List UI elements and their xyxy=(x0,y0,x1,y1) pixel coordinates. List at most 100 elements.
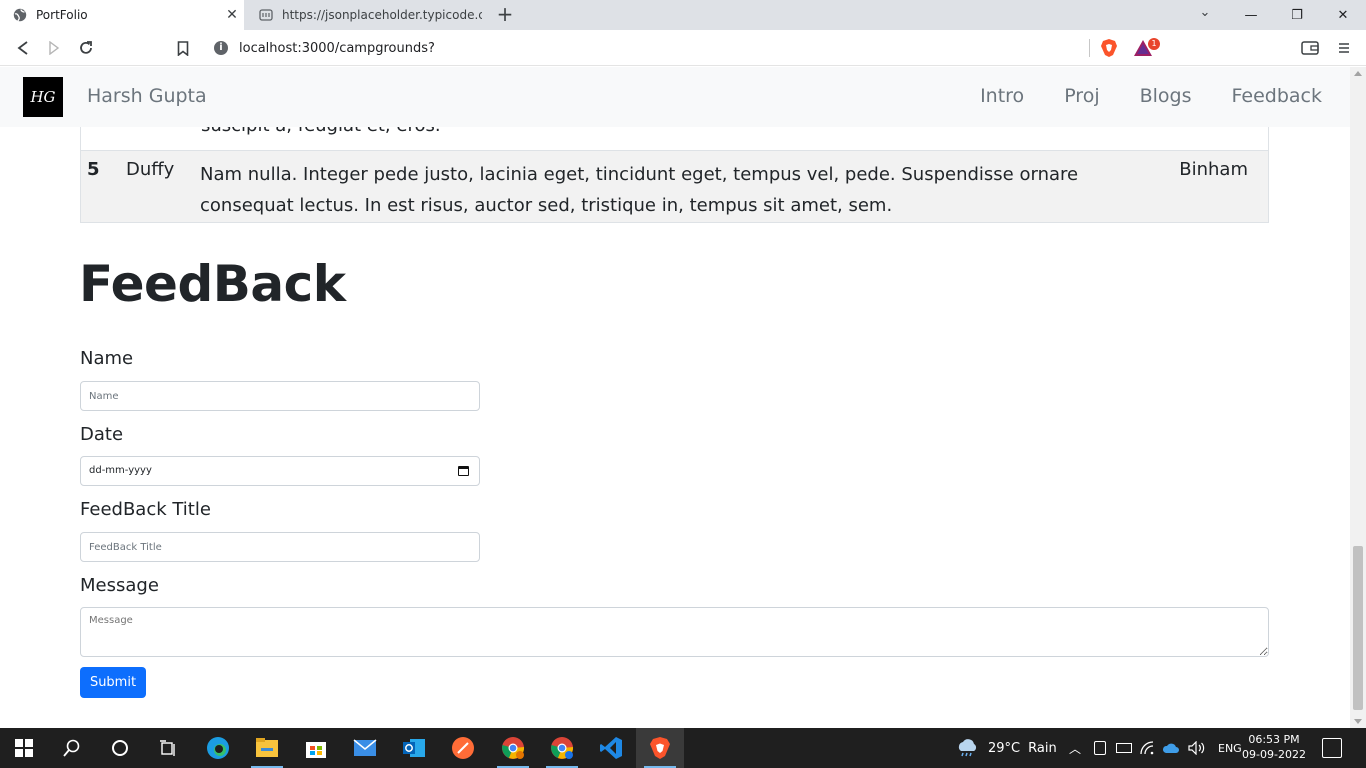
scrollbar-thumb[interactable] xyxy=(1353,546,1363,710)
tab-title: PortFolio xyxy=(36,8,88,22)
restore-icon[interactable]: ❐ xyxy=(1274,0,1320,30)
taskbar-store[interactable] xyxy=(292,728,340,768)
bookmark-icon[interactable] xyxy=(173,38,193,58)
table-cell-body: Nam nulla. Integer pede justo, lacinia e… xyxy=(200,164,1079,216)
date-input[interactable]: dd-mm-yyyy xyxy=(80,456,480,486)
taskbar-brave[interactable] xyxy=(636,728,684,768)
store-icon xyxy=(306,742,326,758)
calendar-icon[interactable] xyxy=(458,466,469,476)
taskbar-edge[interactable] xyxy=(194,728,242,768)
browser-toolbar: i localhost:3000/campgrounds? xyxy=(0,30,1366,66)
minimize-icon[interactable]: — xyxy=(1228,0,1274,30)
task-view-icon xyxy=(160,740,175,756)
outlook-icon xyxy=(403,739,425,757)
globe-icon xyxy=(13,8,27,22)
nav-link-feedback[interactable]: Feedback xyxy=(1232,85,1322,107)
close-tab-icon[interactable]: ✕ xyxy=(220,7,244,23)
volume-icon[interactable] xyxy=(1188,741,1206,755)
taskbar-vscode[interactable] xyxy=(587,728,635,768)
url-text: localhost:3000/campgrounds? xyxy=(239,40,435,56)
table-cell-id: 5 xyxy=(87,159,100,180)
system-clock[interactable]: 06:53 PM 09-09-2022 xyxy=(1238,732,1310,762)
windows-taskbar: 29°C Rain ︿ ENG 06:53 PM 09-09-2022 xyxy=(0,728,1366,768)
brave-icon xyxy=(650,737,670,759)
taskbar-outlook[interactable] xyxy=(390,728,438,768)
site-info-icon[interactable]: i xyxy=(214,41,228,55)
address-bar-divider xyxy=(1089,39,1090,57)
table-cell-name: Duffy xyxy=(126,159,175,180)
taskbar-chrome-profile-1[interactable] xyxy=(489,728,537,768)
menu-icon[interactable] xyxy=(1334,38,1354,58)
notification-icon[interactable] xyxy=(1322,738,1342,758)
onedrive-icon[interactable] xyxy=(1162,742,1180,754)
weather-rain-icon xyxy=(958,739,977,757)
page-icon xyxy=(259,9,273,21)
window-controls: — ❐ ✕ xyxy=(1228,0,1366,30)
back-icon[interactable] xyxy=(13,38,33,58)
feedback-title-input[interactable] xyxy=(80,532,480,562)
feedback-title-label: FeedBack Title xyxy=(80,499,211,520)
folder-icon xyxy=(256,738,278,757)
taskbar-mail[interactable] xyxy=(341,728,389,768)
new-tab-button[interactable]: + xyxy=(493,4,517,26)
page-viewport: HG Harsh Gupta Intro Proj Blogs Feedback… xyxy=(0,67,1350,728)
date-label: Date xyxy=(80,424,124,445)
browser-tab-strip: PortFolio ✕ https://jsonplaceholder.typi… xyxy=(0,0,1366,30)
meet-now-icon[interactable] xyxy=(1094,741,1106,755)
cortana-button[interactable] xyxy=(96,728,144,768)
postman-icon xyxy=(452,737,474,759)
submit-button[interactable]: Submit xyxy=(80,667,146,698)
mail-icon xyxy=(353,739,377,756)
wifi-icon[interactable] xyxy=(1140,741,1154,755)
tab-title: https://jsonplaceholder.typicode.com/ xyxy=(282,8,482,22)
message-textarea[interactable] xyxy=(80,607,1269,657)
search-icon xyxy=(63,739,80,757)
feedback-heading: FeedBack xyxy=(79,255,346,313)
close-window-icon[interactable]: ✕ xyxy=(1320,0,1366,30)
tray-icons: ︿ ENG xyxy=(1068,728,1242,768)
edge-icon xyxy=(207,737,229,759)
table-row: 5 Duffy Nam nulla. Integer pede justo, l… xyxy=(80,151,1269,223)
cortana-icon xyxy=(112,740,128,756)
wallet-icon[interactable] xyxy=(1300,38,1320,58)
forward-icon[interactable] xyxy=(44,38,64,58)
weather-widget[interactable]: 29°C Rain xyxy=(955,728,1057,768)
chevron-up-icon[interactable]: ︿ xyxy=(1068,740,1082,757)
name-input[interactable] xyxy=(80,381,480,411)
reload-icon[interactable] xyxy=(76,38,96,58)
scroll-down-icon[interactable] xyxy=(1354,719,1362,724)
site-navbar: HG Harsh Gupta Intro Proj Blogs Feedback xyxy=(0,67,1350,127)
page-scrollbar[interactable] xyxy=(1350,67,1366,728)
rewards-badge: 1 xyxy=(1148,38,1160,50)
brave-shields-icon[interactable] xyxy=(1100,38,1118,58)
nav-link-intro[interactable]: Intro xyxy=(980,85,1024,107)
scroll-up-icon[interactable] xyxy=(1354,71,1362,76)
weather-text: Rain xyxy=(1028,740,1057,756)
weather-temp: 29°C xyxy=(988,740,1021,756)
battery-icon[interactable] xyxy=(1116,743,1132,753)
chrome-icon xyxy=(551,737,574,759)
clock-time: 06:53 PM xyxy=(1248,733,1300,746)
clock-date: 09-09-2022 xyxy=(1242,748,1306,761)
tab-portfolio[interactable]: PortFolio ✕ xyxy=(0,0,244,30)
brand-name[interactable]: Harsh Gupta xyxy=(87,85,207,107)
start-button[interactable] xyxy=(0,728,48,768)
date-value: dd-mm-yyyy xyxy=(89,465,152,476)
vscode-icon xyxy=(600,737,622,759)
taskbar-chrome-profile-2[interactable] xyxy=(538,728,586,768)
name-label: Name xyxy=(80,348,134,369)
site-logo[interactable]: HG xyxy=(23,77,63,117)
address-bar[interactable]: i localhost:3000/campgrounds? xyxy=(205,35,1160,61)
nav-link-blogs[interactable]: Blogs xyxy=(1140,85,1192,107)
taskbar-file-explorer[interactable] xyxy=(243,728,291,768)
table-cell-city: Binham xyxy=(1179,159,1248,180)
tab-search-chevron-icon[interactable]: ⌄ xyxy=(1193,5,1217,25)
windows-icon xyxy=(15,739,33,757)
tab-jsonplaceholder[interactable]: https://jsonplaceholder.typicode.com/ xyxy=(246,0,482,30)
message-label: Message xyxy=(80,575,159,596)
task-view-button[interactable] xyxy=(144,728,192,768)
search-button[interactable] xyxy=(48,728,96,768)
taskbar-postman[interactable] xyxy=(439,728,487,768)
nav-links: Intro Proj Blogs Feedback xyxy=(980,85,1322,107)
nav-link-proj[interactable]: Proj xyxy=(1064,85,1099,107)
